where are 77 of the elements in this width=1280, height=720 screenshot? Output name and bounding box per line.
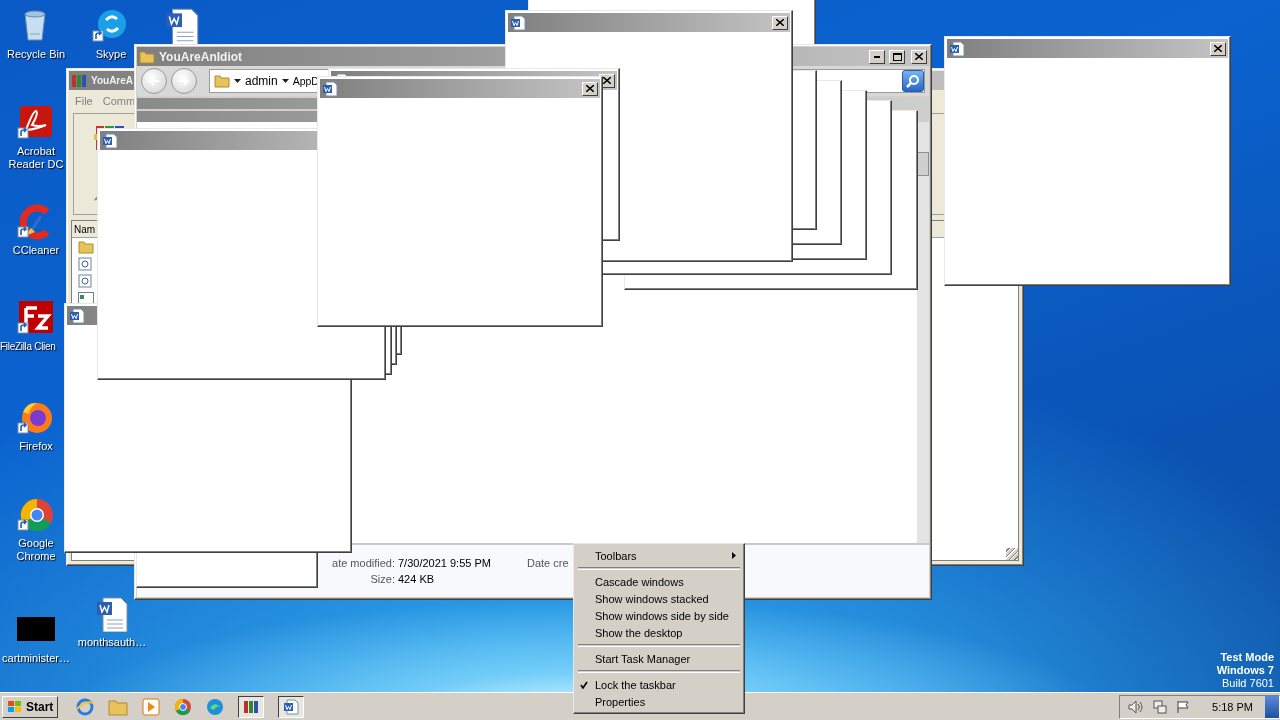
document-logo-icon[interactable] xyxy=(17,105,55,141)
close-button[interactable] xyxy=(582,81,598,96)
close-icon xyxy=(603,77,611,84)
flag-icon[interactable] xyxy=(1176,699,1191,714)
icon-label: cartminister… xyxy=(2,652,70,665)
icon-label: Recycle Bin xyxy=(6,48,66,61)
document-icon xyxy=(949,40,965,57)
windows-logo-icon xyxy=(7,699,23,714)
browser-icon[interactable] xyxy=(174,697,193,716)
close-button[interactable] xyxy=(911,49,927,64)
browser-icon[interactable] xyxy=(76,697,95,716)
maximize-icon xyxy=(892,52,902,61)
folder-icon xyxy=(78,238,94,255)
close-button[interactable] xyxy=(772,15,788,30)
menu-item[interactable]: Lock the taskbar xyxy=(595,678,676,691)
taskbar-button[interactable] xyxy=(278,695,305,718)
detail-label: Date cre xyxy=(527,557,570,569)
breadcrumb-item[interactable]: admin xyxy=(245,74,278,88)
folder-icon xyxy=(214,73,230,89)
menu-item[interactable]: Start Task Manager xyxy=(595,652,691,665)
menu-item[interactable]: Show windows stacked xyxy=(595,592,709,605)
icon-label: CCleaner xyxy=(12,244,60,257)
archive-icon xyxy=(71,72,87,89)
detail-label: Size: xyxy=(369,573,395,585)
forward-button[interactable] xyxy=(171,68,197,94)
icon-label: FileZilla Clien xyxy=(0,340,56,353)
folder-icon xyxy=(139,48,155,65)
caret-icon xyxy=(234,79,241,83)
document-icon xyxy=(69,307,85,324)
close-button[interactable] xyxy=(1210,41,1226,56)
watermark-text: Test Mode xyxy=(1220,651,1274,664)
back-button[interactable] xyxy=(141,68,167,94)
window-title: YouAreA xyxy=(91,75,134,86)
caret-icon xyxy=(281,79,289,83)
minimize-button[interactable] xyxy=(869,49,885,64)
icon-label: monthsauth… xyxy=(77,636,147,649)
close-icon xyxy=(1214,45,1222,52)
watermark-text: Build 7601 xyxy=(1222,677,1274,690)
maximize-button[interactable] xyxy=(889,49,905,64)
menu-item[interactable]: Show the desktop xyxy=(595,626,683,639)
watermark-text: Windows 7 xyxy=(1216,664,1274,677)
archive-icon xyxy=(243,698,260,715)
close-icon xyxy=(586,85,594,92)
speaker-icon[interactable] xyxy=(1128,699,1145,714)
file-icon xyxy=(78,256,92,271)
icon-label: Google Chrome xyxy=(15,537,57,563)
document-icon xyxy=(322,80,338,97)
icon-label: Acrobat Reader DC xyxy=(7,145,65,171)
icon-label: Skype xyxy=(95,48,127,61)
round-logo-icon[interactable] xyxy=(17,497,55,533)
file-icon xyxy=(78,273,92,288)
fox-logo-icon[interactable] xyxy=(17,400,55,436)
detail-label: ate modified: xyxy=(331,557,395,569)
forward-arrow-icon xyxy=(178,76,190,86)
search-icon xyxy=(906,74,920,88)
menu-item[interactable]: Cascade windows xyxy=(595,575,684,588)
document-icon xyxy=(510,14,526,31)
network-icon[interactable] xyxy=(1152,699,1169,714)
clock[interactable]: 5:18 PM xyxy=(1212,700,1253,713)
close-icon xyxy=(915,53,923,60)
detail-value: 424 KB xyxy=(398,573,436,585)
close-icon xyxy=(776,19,784,26)
document-icon xyxy=(102,132,118,149)
start-button[interactable]: Start xyxy=(2,695,59,718)
submenu-arrow-icon xyxy=(732,552,736,559)
document-icon xyxy=(283,698,300,715)
transfer-logo-icon[interactable] xyxy=(17,300,55,336)
resize-grip[interactable] xyxy=(1006,548,1018,560)
icon-label: Firefox xyxy=(19,440,53,453)
menu-item[interactable]: Toolbars xyxy=(595,549,637,562)
minimize-icon xyxy=(874,55,880,58)
detail-value: 7/30/2021 9:55 PM xyxy=(398,557,492,569)
search-button[interactable] xyxy=(902,70,924,92)
window-title: YouAreAnIdiot xyxy=(159,49,243,64)
taskbar-button[interactable] xyxy=(238,695,265,718)
menu-item[interactable]: Show windows side by side xyxy=(595,609,729,622)
menu-item[interactable]: Properties xyxy=(595,695,646,708)
